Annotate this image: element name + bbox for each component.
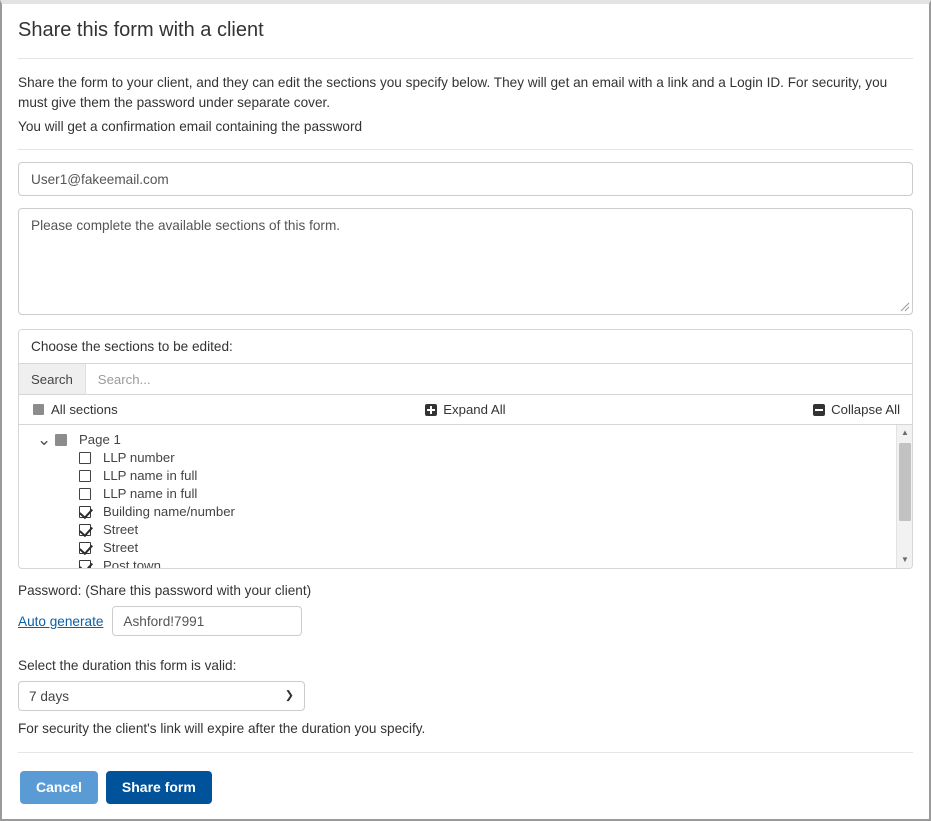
tree-item-label: LLP name in full <box>103 468 198 484</box>
tree-item-checkbox[interactable] <box>79 452 91 465</box>
tree-item-label: LLP name in full <box>103 486 198 502</box>
sections-panel: Choose the sections to be edited: Search… <box>18 329 913 570</box>
tree-item[interactable]: LLP name in full <box>37 467 896 485</box>
tree-item-checkbox[interactable] <box>79 506 91 519</box>
tree-item-label: Post town <box>103 558 161 569</box>
tree-item[interactable]: LLP number <box>37 449 896 467</box>
email-field-row <box>18 162 913 197</box>
cancel-button[interactable]: Cancel <box>20 771 98 805</box>
tree-item-checkbox[interactable] <box>79 488 91 501</box>
scrollbar-thumb[interactable] <box>899 443 911 522</box>
email-input[interactable] <box>18 162 913 197</box>
sections-search-row: Search <box>19 364 912 396</box>
tree-item-label: LLP number <box>103 450 175 466</box>
collapse-all-button[interactable]: Collapse All <box>813 402 900 417</box>
sections-tree: ⌄ Page 1 LLP number LLP name in full LLP nam… <box>19 425 896 569</box>
intro-text: Share the form to your client, and they … <box>18 59 913 137</box>
share-form-modal: Share this form with a client Share the … <box>0 0 931 821</box>
duration-label: Select the duration this form is valid: <box>18 658 237 674</box>
intro-line-1: Share the form to your client, and they … <box>18 75 888 110</box>
tree-item[interactable]: ⌄ Page 1 <box>37 431 896 449</box>
minus-square-icon <box>813 403 826 416</box>
tree-item-label: Street <box>103 522 139 538</box>
search-label: Search <box>19 364 86 395</box>
auto-generate-link[interactable]: Auto generate <box>18 614 103 629</box>
expand-all-label: Expand All <box>443 402 506 418</box>
scroll-down-arrow-icon[interactable]: ▼ <box>897 552 912 568</box>
sections-panel-heading: Choose the sections to be edited: <box>19 330 912 365</box>
tree-item-checkbox[interactable] <box>79 524 91 537</box>
tree-item[interactable]: Street <box>37 521 896 539</box>
intro-line-2: You will get a confirmation email contai… <box>18 119 363 135</box>
scroll-up-arrow-icon[interactable]: ▲ <box>897 425 912 441</box>
tree-item[interactable]: Street <box>37 539 896 557</box>
all-sections-checkbox-icon[interactable] <box>33 404 44 416</box>
sections-toolbar: All sections Expand All Collapse All <box>19 395 912 425</box>
page-title: Share this form with a client <box>18 19 264 41</box>
plus-square-icon <box>425 403 438 416</box>
all-sections-toggle[interactable]: All sections <box>33 402 118 417</box>
message-textarea[interactable]: Please complete the available sections o… <box>18 208 913 316</box>
tree-item-label: Page 1 <box>79 432 121 448</box>
password-input[interactable] <box>112 606 303 637</box>
sections-tree-container: ⌄ Page 1 LLP number LLP name in full LLP nam… <box>19 424 912 569</box>
tree-scrollbar[interactable]: ▲ ▼ <box>896 425 912 569</box>
tree-item-checkbox[interactable] <box>79 542 91 555</box>
chevron-down-icon[interactable]: ⌄ <box>37 431 51 448</box>
search-input[interactable] <box>85 364 912 395</box>
tree-item-checkbox[interactable] <box>79 560 91 569</box>
intro-divider <box>18 149 913 151</box>
message-field-row: Please complete the available sections o… <box>18 208 913 316</box>
duration-select[interactable]: 1 day3 days7 days14 days30 days <box>18 681 305 712</box>
tree-item-checkbox[interactable] <box>79 470 91 483</box>
tree-item[interactable]: Post town <box>37 557 896 569</box>
collapse-all-label: Collapse All <box>831 402 900 418</box>
share-form-button[interactable]: Share form <box>105 771 212 805</box>
password-label: Password: (Share this password with your… <box>18 583 312 599</box>
duration-select-wrap: 1 day3 days7 days14 days30 days ❯ <box>18 681 305 712</box>
password-row: Auto generate <box>18 606 913 637</box>
tree-item-label: Street <box>103 540 139 556</box>
duration-note: For security the client's link will expi… <box>18 721 426 737</box>
all-sections-label: All sections <box>51 402 118 418</box>
tree-item[interactable]: Building name/number <box>37 503 896 521</box>
tree-item-checkbox[interactable] <box>55 434 67 447</box>
footer-buttons: Cancel Share form <box>2 753 929 805</box>
expand-all-button[interactable]: Expand All <box>118 402 813 417</box>
tree-item-label: Building name/number <box>103 504 235 520</box>
tree-item[interactable]: LLP name in full <box>37 485 896 503</box>
